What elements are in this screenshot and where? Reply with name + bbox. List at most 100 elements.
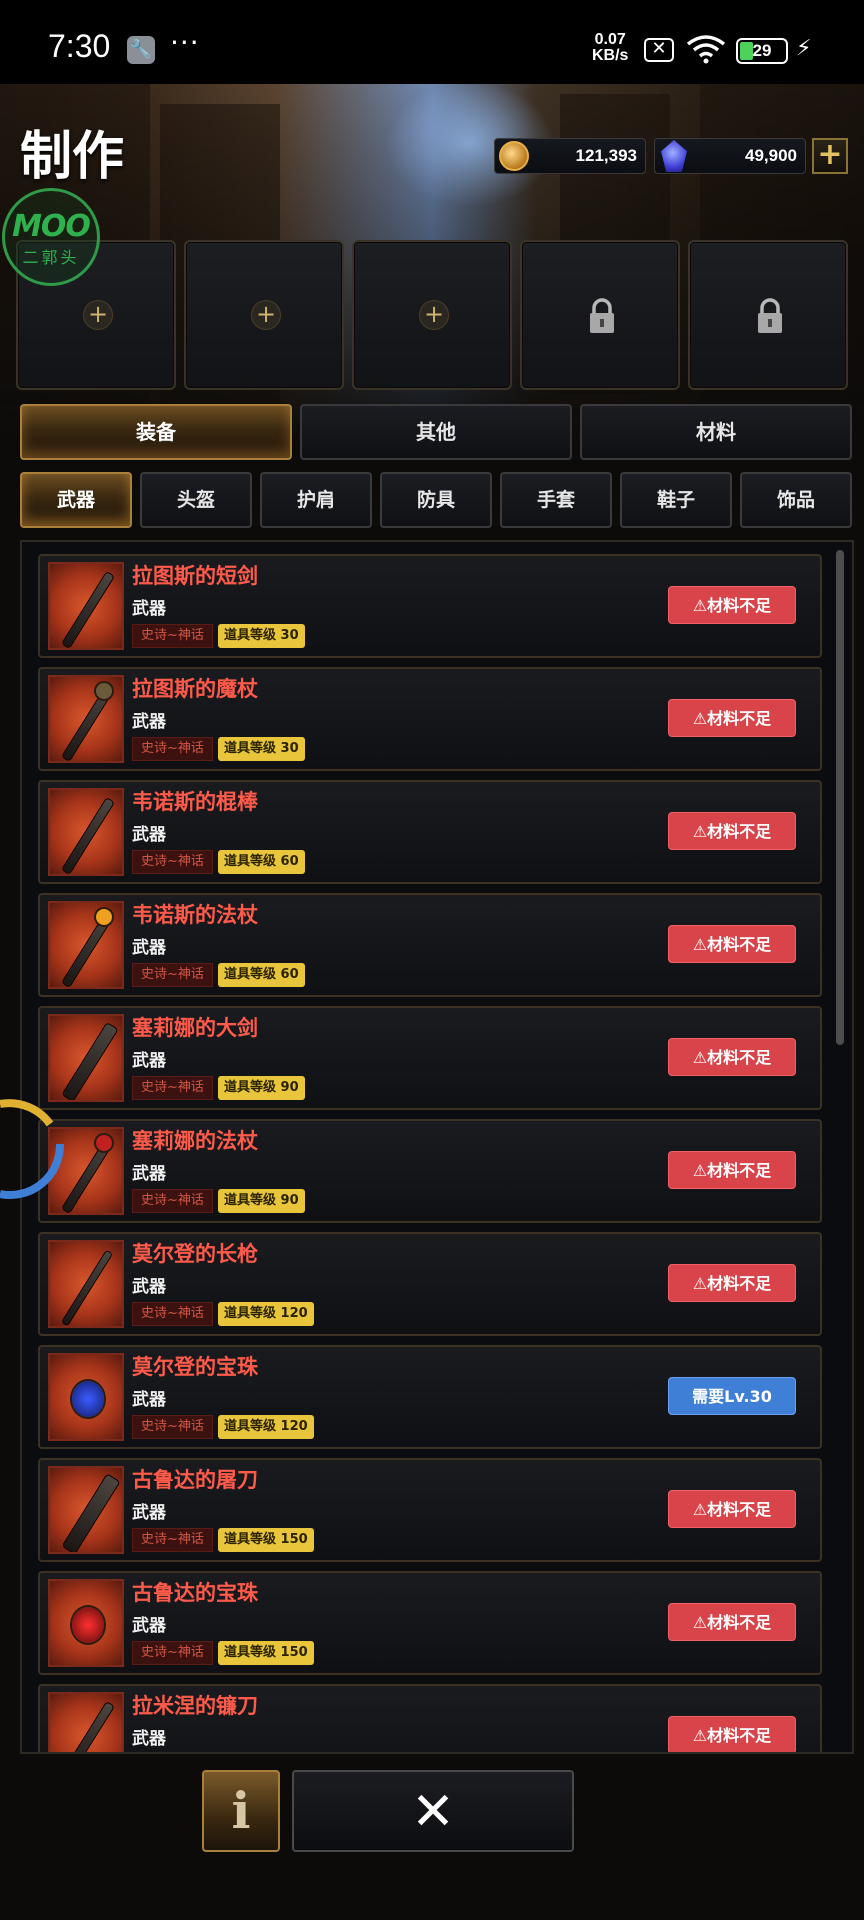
item-name: 拉图斯的魔杖 — [132, 677, 258, 701]
watermark-text: MOO — [12, 209, 91, 244]
item-type: 武器 — [132, 1051, 166, 1071]
item-name: 韦诺斯的棍棒 — [132, 790, 258, 814]
gem-counter: 49,900 — [654, 138, 806, 174]
tab-equipment[interactable]: 装备 — [20, 404, 292, 460]
item-level-badge: 道具等级 120 — [218, 1302, 314, 1326]
insufficient-materials-button[interactable]: ⚠材料不足 — [668, 586, 796, 624]
status-bar: 7:30 🔧 ··· 0.07 KB/s ✕ 29 ⚡ — [0, 0, 864, 84]
add-currency-button[interactable]: + — [812, 138, 848, 174]
spear-icon — [48, 1240, 124, 1328]
battery-icon: 29 — [736, 38, 788, 64]
info-icon: i — [231, 1781, 251, 1840]
network-speed-unit: KB/s — [592, 47, 629, 64]
plus-icon: + — [83, 300, 113, 330]
recipe-item[interactable]: 塞莉娜的法杖 武器 史诗~神话 道具等级 90 ⚠材料不足 — [38, 1119, 822, 1223]
item-type: 武器 — [132, 1164, 166, 1184]
recipe-item[interactable]: 韦诺斯的棍棒 武器 史诗~神话 道具等级 60 ⚠材料不足 — [38, 780, 822, 884]
item-level-badge: 道具等级 30 — [218, 624, 305, 648]
subtab-shoulder[interactable]: 护肩 — [260, 472, 372, 528]
insufficient-materials-button[interactable]: ⚠材料不足 — [668, 1716, 796, 1752]
network-speed-value: 0.07 — [594, 31, 626, 48]
crafting-slot-locked[interactable] — [520, 240, 680, 390]
item-level-badge: 道具等级 90 — [218, 1076, 305, 1100]
rarity-badge: 史诗~神话 — [132, 1302, 213, 1326]
subtab-gloves[interactable]: 手套 — [500, 472, 612, 528]
wifi-icon — [686, 35, 726, 64]
crafting-slot-locked[interactable] — [688, 240, 848, 390]
orb-icon — [48, 1353, 124, 1441]
crafting-slot[interactable]: + — [352, 240, 512, 390]
rarity-badge: 史诗~神话 — [132, 1415, 213, 1439]
rarity-badge: 史诗~神话 — [132, 963, 213, 987]
item-type: 武器 — [132, 825, 166, 845]
item-name: 韦诺斯的法杖 — [132, 903, 258, 927]
recipe-item[interactable]: 拉图斯的短剑 武器 史诗~神话 道具等级 30 ⚠材料不足 — [38, 554, 822, 658]
gem-icon — [661, 140, 687, 172]
crafting-slot[interactable]: + — [184, 240, 344, 390]
item-level-badge: 道具等级 90 — [218, 1189, 305, 1213]
lock-icon — [758, 298, 782, 333]
game-screen: 制作 MOO 二郭头 121,393 49,900 + + + + 装备 其他 … — [0, 84, 864, 1920]
scythe-icon — [48, 1692, 124, 1752]
rarity-badge: 史诗~神话 — [132, 850, 213, 874]
lock-icon — [590, 298, 614, 333]
insufficient-materials-button[interactable]: ⚠材料不足 — [668, 1490, 796, 1528]
subtab-armor[interactable]: 防具 — [380, 472, 492, 528]
recipe-item[interactable]: 古鲁达的屠刀 武器 史诗~神话 道具等级 150 ⚠材料不足 — [38, 1458, 822, 1562]
item-name: 塞莉娜的大剑 — [132, 1016, 258, 1040]
item-level-badge: 道具等级 120 — [218, 1415, 314, 1439]
insufficient-materials-button[interactable]: ⚠材料不足 — [668, 1603, 796, 1641]
recipe-item[interactable]: 莫尔登的长枪 武器 史诗~神话 道具等级 120 ⚠材料不足 — [38, 1232, 822, 1336]
subtab-weapon[interactable]: 武器 — [20, 472, 132, 528]
watermark-subtext: 二郭头 — [22, 248, 80, 267]
insufficient-materials-button[interactable]: ⚠材料不足 — [668, 1264, 796, 1302]
item-type: 武器 — [132, 1616, 166, 1636]
network-speed: 0.07 KB/s — [592, 32, 628, 64]
tab-materials[interactable]: 材料 — [580, 404, 852, 460]
item-name: 莫尔登的长枪 — [132, 1242, 258, 1266]
item-level-badge: 道具等级 30 — [218, 737, 305, 761]
item-name: 古鲁达的宝珠 — [132, 1581, 258, 1605]
rarity-badge: 史诗~神话 — [132, 1189, 213, 1213]
insufficient-materials-button[interactable]: ⚠材料不足 — [668, 925, 796, 963]
item-name: 古鲁达的屠刀 — [132, 1468, 258, 1492]
insufficient-materials-button[interactable]: ⚠材料不足 — [668, 699, 796, 737]
item-level-badge: 道具等级 60 — [218, 850, 305, 874]
recipe-item[interactable]: 莫尔登的宝珠 武器 史诗~神话 道具等级 120 需要Lv.30 — [38, 1345, 822, 1449]
item-type: 武器 — [132, 599, 166, 619]
level-required-button[interactable]: 需要Lv.30 — [668, 1377, 796, 1415]
recipe-item[interactable]: 塞莉娜的大剑 武器 史诗~神话 道具等级 90 ⚠材料不足 — [38, 1006, 822, 1110]
subtab-helmet[interactable]: 头盔 — [140, 472, 252, 528]
page-title: 制作 — [20, 127, 125, 187]
orb-icon — [48, 1579, 124, 1667]
status-time: 7:30 — [48, 28, 111, 64]
cleaver-icon — [48, 1466, 124, 1554]
rarity-badge: 史诗~神话 — [132, 737, 213, 761]
close-button[interactable]: ✕ — [292, 1770, 574, 1852]
recipe-item[interactable]: 拉图斯的魔杖 武器 史诗~神话 道具等级 30 ⚠材料不足 — [38, 667, 822, 771]
sword-icon — [48, 562, 124, 650]
staff-icon — [48, 901, 124, 989]
item-level-badge: 道具等级 60 — [218, 963, 305, 987]
recipe-item[interactable]: 韦诺斯的法杖 武器 史诗~神话 道具等级 60 ⚠材料不足 — [38, 893, 822, 997]
insufficient-materials-button[interactable]: ⚠材料不足 — [668, 1038, 796, 1076]
insufficient-materials-button[interactable]: ⚠材料不足 — [668, 1151, 796, 1189]
recipe-item[interactable]: 古鲁达的宝珠 武器 史诗~神话 道具等级 150 ⚠材料不足 — [38, 1571, 822, 1675]
subtab-shoes[interactable]: 鞋子 — [620, 472, 732, 528]
info-button[interactable]: i — [202, 1770, 280, 1852]
item-name: 拉图斯的短剑 — [132, 564, 258, 588]
plus-icon: + — [419, 300, 449, 330]
tab-other[interactable]: 其他 — [300, 404, 572, 460]
gold-amount: 121,393 — [575, 146, 637, 165]
recipe-item[interactable]: 拉米涅的镰刀 武器 ⚠材料不足 — [38, 1684, 822, 1752]
insufficient-materials-button[interactable]: ⚠材料不足 — [668, 812, 796, 850]
subtab-accessory[interactable]: 饰品 — [740, 472, 852, 528]
crafting-slots: + + + — [16, 240, 848, 390]
wand-icon — [48, 675, 124, 763]
more-dots-icon: ··· — [170, 26, 200, 59]
item-type: 武器 — [132, 1729, 166, 1749]
item-name: 莫尔登的宝珠 — [132, 1355, 258, 1379]
list-scrollbar[interactable] — [836, 550, 844, 1045]
item-type: 武器 — [132, 1503, 166, 1523]
recipe-list[interactable]: 拉图斯的短剑 武器 史诗~神话 道具等级 30 ⚠材料不足 拉图斯的魔杖 武器 … — [20, 540, 854, 1754]
